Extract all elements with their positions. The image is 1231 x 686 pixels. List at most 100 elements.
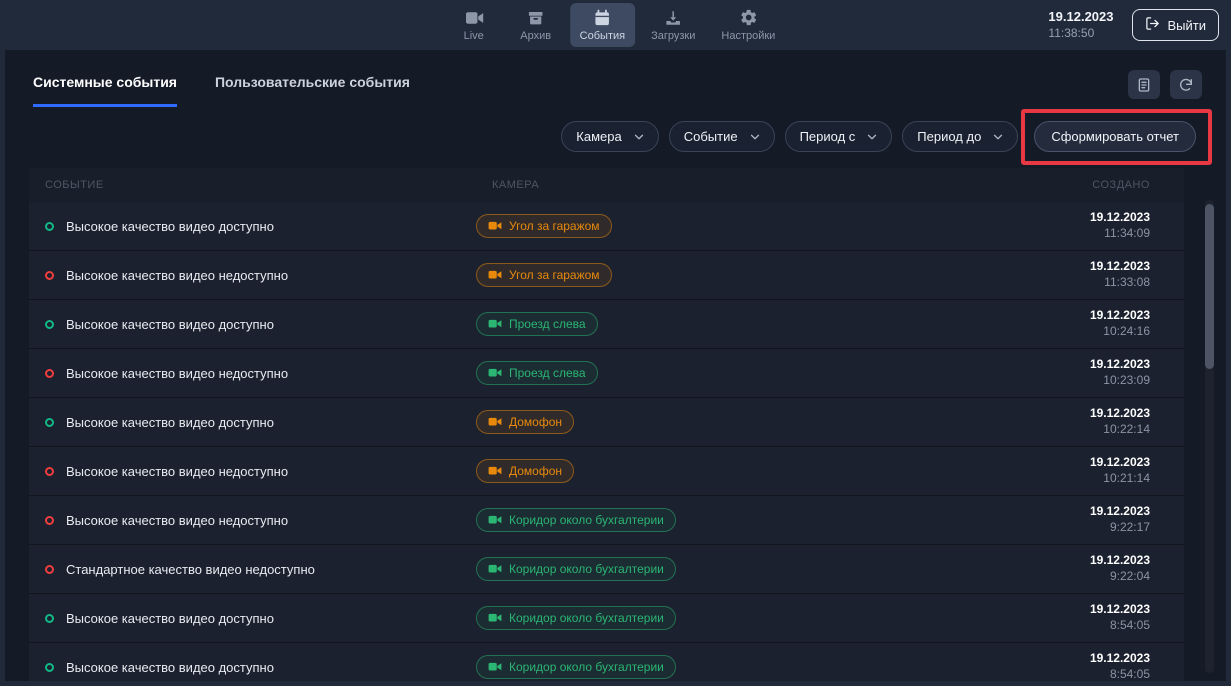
nav-item-settings[interactable]: Настройки <box>711 3 785 47</box>
event-text: Высокое качество видео доступно <box>66 415 274 430</box>
status-error-icon <box>45 516 54 525</box>
tabs-row: Системные события Пользовательские событи… <box>5 50 1226 107</box>
chevron-down-icon <box>748 130 762 144</box>
table-row[interactable]: Стандартное качество видео недоступно Кор… <box>29 545 1184 594</box>
nav-item-label: События <box>580 30 625 42</box>
camera-badge-icon <box>488 220 502 232</box>
table-row[interactable]: Высокое качество видео недоступно Проезд … <box>29 349 1184 398</box>
camera-badge[interactable]: Коридор около бухгалтерии <box>476 655 676 679</box>
nav-item-events[interactable]: События <box>570 3 635 47</box>
dropdown-label: Период с <box>800 129 856 144</box>
table-row[interactable]: Высокое качество видео доступноПроезд сл… <box>29 300 1184 349</box>
table-row[interactable]: Высокое качество видео недоступно Угол за… <box>29 251 1184 300</box>
camera-badge[interactable]: Домофон <box>476 410 574 434</box>
filter-dropdown-camera[interactable]: Камера <box>561 121 658 152</box>
main-content: Системные события Пользовательские событи… <box>5 50 1226 681</box>
topbar: LiveАрхив События ЗагрузкиНастройки 19.12.… <box>0 0 1231 50</box>
logout-label: Выйти <box>1168 18 1207 33</box>
created-date: 19.12.2023 <box>994 406 1150 422</box>
created-time: 10:21:14 <box>994 471 1150 487</box>
filter-dropdown-event[interactable]: Событие <box>669 121 775 152</box>
created-time: 8:54:05 <box>994 667 1150 681</box>
created-cell: 19.12.20238:54:05 <box>994 602 1184 633</box>
gear-icon <box>739 8 758 27</box>
camera-badge[interactable]: Домофон <box>476 459 574 483</box>
chevron-down-icon <box>865 130 879 144</box>
logout-button[interactable]: Выйти <box>1132 9 1220 41</box>
event-text: Высокое качество видео недоступно <box>66 464 288 479</box>
event-text: Высокое качество видео недоступно <box>66 366 288 381</box>
event-cell: Высокое качество видео доступно <box>29 415 476 430</box>
camera-badge-icon <box>488 612 502 624</box>
top-navigation: LiveАрхив События ЗагрузкиНастройки <box>446 0 786 50</box>
camera-badge-icon <box>488 465 502 477</box>
table-row[interactable]: Высокое качество видео доступно Коридор о… <box>29 594 1184 643</box>
created-date: 19.12.2023 <box>994 259 1150 275</box>
event-cell: Высокое качество видео недоступно <box>29 366 476 381</box>
camera-badge[interactable]: Угол за гаражом <box>476 214 612 238</box>
event-cell: Высокое качество видео доступно <box>29 611 476 626</box>
created-cell: 19.12.202311:33:08 <box>994 259 1184 290</box>
created-time: 10:24:16 <box>994 324 1150 340</box>
camera-cell: Проезд слева <box>476 361 994 385</box>
column-header-created: СОЗДАНО <box>994 179 1184 191</box>
table-row[interactable]: Высокое качество видео доступно Домофон 19… <box>29 398 1184 447</box>
generate-report-button[interactable]: Сформировать отчет <box>1034 121 1196 152</box>
created-cell: 19.12.20239:22:04 <box>994 553 1184 584</box>
dropdown-label: Камера <box>576 129 621 144</box>
clock: 19.12.2023 11:38:50 <box>1048 9 1113 40</box>
camera-name: Домофон <box>509 464 562 478</box>
camera-badge[interactable]: Проезд слева <box>476 361 598 385</box>
table-row[interactable]: Высокое качество видео недоступно Домофон… <box>29 447 1184 496</box>
tab-user-events[interactable]: Пользовательские события <box>215 74 410 107</box>
filter-dropdown-period-to[interactable]: Период до <box>902 121 1018 152</box>
created-date: 19.12.2023 <box>994 455 1150 471</box>
table-row[interactable]: Высокое качество видео доступно Коридор о… <box>29 643 1184 681</box>
created-cell: 19.12.202310:22:14 <box>994 406 1184 437</box>
event-cell: Высокое качество видео доступно <box>29 219 476 234</box>
table-row[interactable]: Высокое качество видео доступно Угол за г… <box>29 202 1184 251</box>
event-text: Высокое качество видео доступно <box>66 660 274 675</box>
table-row[interactable]: Высокое качество видео недоступноКоридор… <box>29 496 1184 545</box>
camera-badge[interactable]: Коридор около бухгалтерии <box>476 557 676 581</box>
tab-system-events[interactable]: Системные события <box>33 74 177 107</box>
nav-item-downloads[interactable]: Загрузки <box>641 3 705 47</box>
report-view-button[interactable] <box>1128 70 1160 99</box>
event-text: Высокое качество видео доступно <box>66 611 274 626</box>
status-ok-icon <box>45 614 54 623</box>
camera-badge-icon <box>488 514 502 526</box>
created-date: 19.12.2023 <box>994 553 1150 569</box>
created-time: 10:23:09 <box>994 373 1150 389</box>
refresh-icon <box>1178 77 1194 93</box>
event-text: Стандартное качество видео недоступно <box>66 562 315 577</box>
events-table: СОБЫТИЕ КАМЕРА СОЗДАНО Высокое качество … <box>29 168 1184 681</box>
scrollbar-track[interactable] <box>1205 200 1214 673</box>
event-text: Высокое качество видео доступно <box>66 219 274 234</box>
camera-cell: Коридор около бухгалтерии <box>476 508 994 532</box>
camera-badge[interactable]: Коридор около бухгалтерии <box>476 606 676 630</box>
camera-cell: Домофон <box>476 410 994 434</box>
filter-dropdown-period-from[interactable]: Период с <box>785 121 893 152</box>
camera-badge-icon <box>488 269 502 281</box>
status-error-icon <box>45 369 54 378</box>
camera-badge-icon <box>488 318 502 330</box>
event-text: Высокое качество видео недоступно <box>66 268 288 283</box>
tabs: Системные события Пользовательские событи… <box>33 74 448 107</box>
scrollbar-thumb[interactable] <box>1205 204 1214 369</box>
created-time: 9:22:04 <box>994 569 1150 585</box>
event-cell: Высокое качество видео недоступно <box>29 464 476 479</box>
camera-badge[interactable]: Коридор около бухгалтерии <box>476 508 676 532</box>
created-cell: 19.12.20239:22:17 <box>994 504 1184 535</box>
camera-badge[interactable]: Угол за гаражом <box>476 263 612 287</box>
created-time: 11:33:08 <box>994 275 1150 291</box>
events-icon <box>593 9 611 27</box>
created-cell: 19.12.202311:34:09 <box>994 210 1184 241</box>
report-button-wrap: Сформировать отчет <box>1034 121 1196 152</box>
nav-item-archive[interactable]: Архив <box>508 3 564 47</box>
camera-name: Домофон <box>509 415 562 429</box>
camera-badge[interactable]: Проезд слева <box>476 312 598 336</box>
refresh-button[interactable] <box>1170 70 1202 99</box>
nav-item-live[interactable]: Live <box>446 3 502 47</box>
camera-badge-icon <box>488 661 502 673</box>
camera-name: Коридор около бухгалтерии <box>509 513 664 527</box>
